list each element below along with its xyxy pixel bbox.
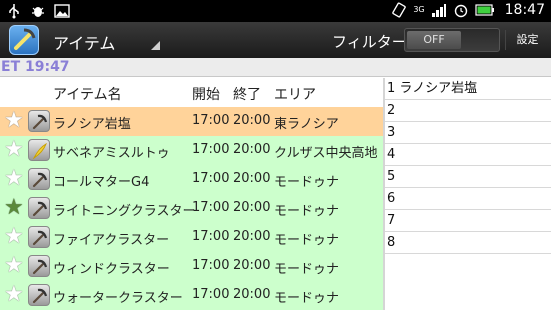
row-end-time: 20:00 xyxy=(233,258,271,273)
header-start: 開始 xyxy=(192,87,220,103)
row-end-time: 20:00 xyxy=(233,171,271,186)
favorite-star-icon[interactable]: ★ xyxy=(4,197,26,219)
status-left-icons xyxy=(6,3,70,19)
row-area: クルザス中央高地 xyxy=(274,146,378,161)
table-row[interactable]: ★ ウィンドクラスター 17:00 20:00 モードゥナ xyxy=(0,252,383,281)
page-title[interactable]: アイテム xyxy=(53,30,115,54)
list-item[interactable]: 6 xyxy=(385,188,551,210)
row-item-name: コールマターG4 xyxy=(53,175,150,190)
row-area: モードゥナ xyxy=(274,291,340,306)
row-area: 東ラノシア xyxy=(274,117,339,132)
table-row[interactable]: ★ ラノシア岩塩 17:00 20:00 東ラノシア xyxy=(0,107,383,136)
list-item[interactable]: 5 xyxy=(385,166,551,188)
filter-toggle[interactable]: OFF xyxy=(404,28,500,52)
row-start-time: 17:00 xyxy=(192,287,230,302)
pickaxe-icon xyxy=(28,284,50,306)
row-start-time: 17:00 xyxy=(192,113,230,128)
row-item-name: ライトニングクラスター xyxy=(53,204,196,219)
row-item-name: ウォータークラスター xyxy=(53,291,183,306)
favorite-star-icon[interactable]: ★ xyxy=(4,168,26,190)
row-start-time: 17:00 xyxy=(192,200,230,215)
rotate-icon xyxy=(392,2,407,18)
list-item[interactable]: 7 xyxy=(385,210,551,232)
row-end-time: 20:00 xyxy=(233,142,271,157)
table-row[interactable]: ★ ライトニングクラスター 17:00 20:00 モードゥナ xyxy=(0,194,383,223)
table-row[interactable]: ★ ウォータークラスター 17:00 20:00 モードゥナ xyxy=(0,281,383,310)
hatchet-icon xyxy=(28,139,50,161)
row-end-time: 20:00 xyxy=(233,287,271,302)
status-bar: 3G 18:47 xyxy=(0,0,551,22)
image-icon xyxy=(54,4,70,18)
favorite-star-icon[interactable]: ★ xyxy=(4,226,26,248)
pickaxe-icon xyxy=(28,110,50,132)
eorzea-time-bar: ET 19:47 xyxy=(0,58,551,77)
row-area: モードゥナ xyxy=(274,204,340,219)
row-start-time: 17:00 xyxy=(192,258,230,273)
pickaxe-icon xyxy=(28,197,50,219)
row-item-name: ラノシア岩塩 xyxy=(53,117,131,132)
spinner-arrow-icon[interactable] xyxy=(151,41,160,50)
row-start-time: 17:00 xyxy=(192,142,230,157)
header-end: 終了 xyxy=(233,87,261,103)
row-area: モードゥナ xyxy=(274,175,340,190)
pickaxe-icon xyxy=(28,255,50,277)
eorzea-time: ET 19:47 xyxy=(1,59,70,75)
row-item-name: ファイアクラスター xyxy=(53,233,170,248)
action-bar: アイテム フィルター OFF 設定 xyxy=(0,22,551,58)
app-icon[interactable] xyxy=(9,25,39,55)
debug-icon xyxy=(32,7,44,17)
row-end-time: 20:00 xyxy=(233,113,271,128)
row-end-time: 20:00 xyxy=(233,229,271,244)
filter-label: フィルター xyxy=(332,33,407,51)
favorite-star-icon[interactable]: ★ xyxy=(4,139,26,161)
header-area: エリア xyxy=(274,87,316,103)
table-header: アイテム名 開始 終了 エリア xyxy=(0,78,383,107)
signal-icon xyxy=(431,4,446,17)
clock: 18:47 xyxy=(504,2,545,18)
table-row[interactable]: ★ ファイアクラスター 17:00 20:00 モードゥナ xyxy=(0,223,383,252)
table-row[interactable]: ★ コールマターG4 17:00 20:00 モードゥナ xyxy=(0,165,383,194)
filter-toggle-state: OFF xyxy=(407,31,461,49)
right-list: 1 ラノシア岩塩 2 3 4 5 6 7 8 xyxy=(385,78,551,254)
battery-icon xyxy=(475,4,494,16)
favorite-star-icon[interactable]: ★ xyxy=(4,110,26,132)
favorite-star-icon[interactable]: ★ xyxy=(4,255,26,277)
list-item[interactable]: 8 xyxy=(385,232,551,254)
list-item[interactable]: 2 xyxy=(385,100,551,122)
status-right-icons: 3G 18:47 xyxy=(391,2,545,18)
favorite-star-icon[interactable]: ★ xyxy=(4,284,26,306)
row-end-time: 20:00 xyxy=(233,200,271,215)
header-name: アイテム名 xyxy=(53,87,122,103)
row-item-name: サベネアミスルトゥ xyxy=(53,146,170,161)
alarm-icon xyxy=(454,4,467,18)
list-item[interactable]: 1 ラノシア岩塩 xyxy=(385,78,551,100)
pickaxe-logo-icon xyxy=(14,28,36,50)
row-area: モードゥナ xyxy=(274,262,340,277)
row-start-time: 17:00 xyxy=(192,171,230,186)
pickaxe-icon xyxy=(28,226,50,248)
pickaxe-icon xyxy=(28,168,50,190)
list-item[interactable]: 4 xyxy=(385,144,551,166)
table-row[interactable]: ★ サベネアミスルトゥ 17:00 20:00 クルザス中央高地 xyxy=(0,136,383,165)
settings-button[interactable]: 設定 xyxy=(505,30,549,50)
item-table: アイテム名 開始 終了 エリア ★ ラノシア岩塩 17:00 20:00 東ラノシア ★ サ… xyxy=(0,78,383,310)
row-area: モードゥナ xyxy=(274,233,340,248)
list-item[interactable]: 3 xyxy=(385,122,551,144)
network-type: 3G xyxy=(413,5,425,14)
row-item-name: ウィンドクラスター xyxy=(53,262,170,277)
row-start-time: 17:00 xyxy=(192,229,230,244)
usb-icon xyxy=(9,4,19,19)
